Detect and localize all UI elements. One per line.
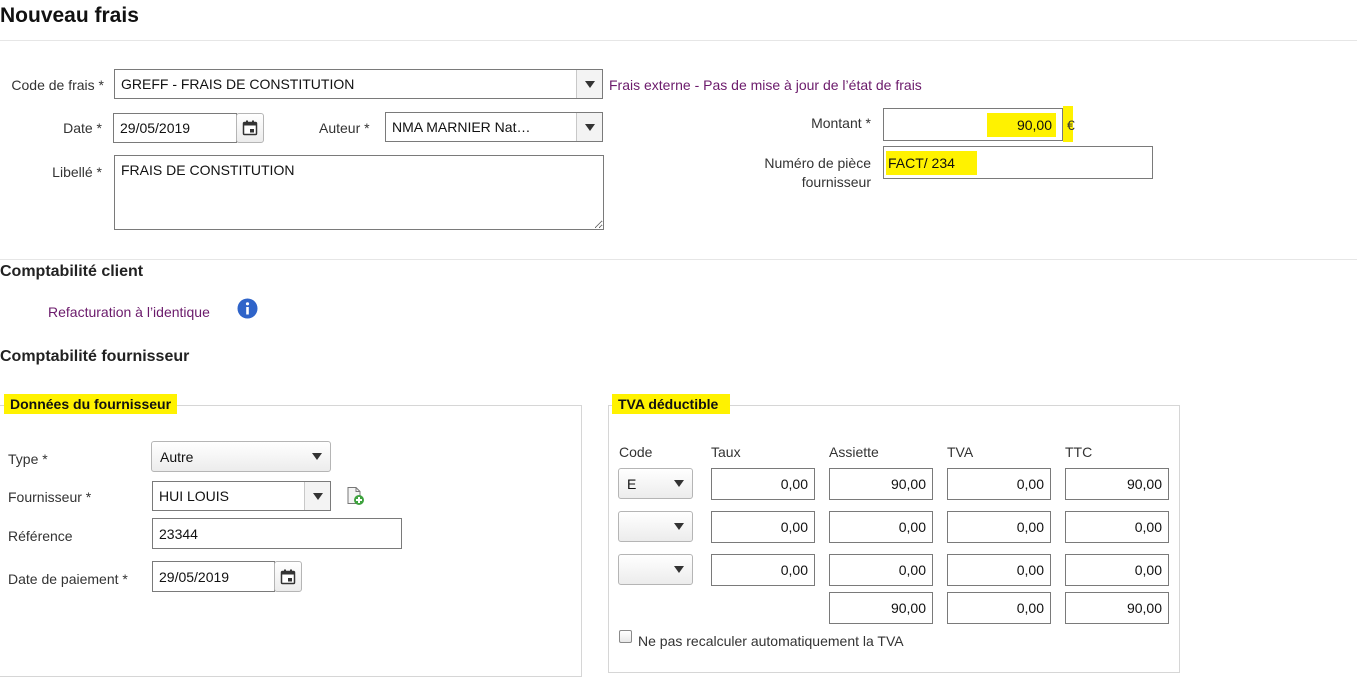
refacturation-link[interactable]: Refacturation à l’identique bbox=[48, 304, 210, 320]
tva-header-taux: Taux bbox=[711, 444, 741, 460]
comptabilite-client-heading: Comptabilité client bbox=[0, 263, 144, 280]
auteur-value: NMA MARNIER Nat… bbox=[392, 119, 531, 135]
libelle-textarea[interactable]: FRAIS DE CONSTITUTION bbox=[114, 155, 604, 230]
tva-montant-value: 0,00 bbox=[1016, 519, 1044, 535]
tva-assiette-value: 0,00 bbox=[898, 519, 926, 535]
fournisseur-value: HUI LOUIS bbox=[159, 488, 230, 504]
fournisseur-label: Fournisseur * bbox=[8, 489, 92, 505]
chevron-down-icon bbox=[584, 123, 595, 131]
libelle-label: Libellé * bbox=[52, 164, 102, 180]
tva-assiette-input[interactable]: 0,00 bbox=[829, 511, 933, 543]
tva-ttc-input[interactable]: 0,00 bbox=[1065, 511, 1169, 543]
tva-total-tva: 0,00 bbox=[947, 592, 1051, 624]
auteur-label: Auteur * bbox=[319, 120, 370, 136]
date-value: 29/05/2019 bbox=[120, 120, 191, 136]
date-paiement-label: Date de paiement * bbox=[8, 571, 128, 587]
tva-header-tva: TVA bbox=[947, 444, 974, 460]
donnees-fournisseur-legend: Données du fournisseur bbox=[4, 394, 178, 414]
tva-montant-input[interactable]: 0,00 bbox=[947, 554, 1051, 586]
date-paiement-input[interactable]: 29/05/2019 bbox=[152, 561, 275, 592]
fournisseur-dropdown-button[interactable] bbox=[304, 482, 330, 510]
tva-total-ttc-value: 90,00 bbox=[1126, 600, 1162, 616]
tva-assiette-input[interactable]: 0,00 bbox=[829, 554, 933, 586]
tva-assiette-value: 90,00 bbox=[890, 476, 926, 492]
date-input[interactable]: 29/05/2019 bbox=[113, 113, 237, 143]
tva-header-code: Code bbox=[619, 444, 653, 460]
tva-taux-value: 0,00 bbox=[780, 476, 808, 492]
code-frais-dropdown-button[interactable] bbox=[576, 70, 602, 98]
tva-assiette-value: 0,00 bbox=[898, 562, 926, 578]
tva-taux-value: 0,00 bbox=[780, 562, 808, 578]
montant-input[interactable]: 90,00 bbox=[883, 108, 1063, 141]
type-label: Type * bbox=[8, 451, 48, 467]
type-select[interactable]: Autre bbox=[151, 441, 331, 472]
piece-input[interactable]: FACT/ 234 bbox=[883, 146, 1153, 179]
date-calendar-button[interactable] bbox=[236, 113, 264, 143]
montant-value: 90,00 bbox=[986, 112, 1056, 137]
code-frais-value: GREFF - FRAIS DE CONSTITUTION bbox=[121, 76, 355, 92]
tva-montant-value: 0,00 bbox=[1016, 476, 1044, 492]
auteur-combo[interactable]: NMA MARNIER Nat… bbox=[385, 112, 603, 142]
comptabilite-fournisseur-heading: Comptabilité fournisseur bbox=[0, 348, 190, 365]
tva-total-ttc: 90,00 bbox=[1065, 592, 1169, 624]
reference-value: 23344 bbox=[159, 525, 198, 542]
tva-ttc-input[interactable]: 90,00 bbox=[1065, 468, 1169, 500]
auteur-dropdown-button[interactable] bbox=[576, 113, 602, 141]
tva-montant-input[interactable]: 0,00 bbox=[947, 468, 1051, 500]
chevron-down-icon bbox=[584, 80, 595, 88]
piece-value: FACT/ 234 bbox=[886, 150, 977, 175]
date-label: Date * bbox=[63, 120, 102, 136]
add-document-icon[interactable] bbox=[345, 486, 365, 506]
tva-total-assiette-value: 90,00 bbox=[890, 600, 926, 616]
piece-label-line2: fournisseur bbox=[801, 174, 871, 190]
chevron-down-icon bbox=[312, 453, 322, 460]
recalcul-tva-checkbox[interactable] bbox=[619, 630, 632, 643]
tva-montant-value: 0,00 bbox=[1016, 562, 1044, 578]
tva-taux-input[interactable]: 0,00 bbox=[711, 554, 815, 586]
divider bbox=[0, 259, 1357, 260]
calendar-icon bbox=[280, 569, 296, 584]
tva-code-select[interactable] bbox=[618, 554, 693, 585]
tva-code-select[interactable] bbox=[618, 511, 693, 542]
tva-taux-value: 0,00 bbox=[780, 519, 808, 535]
tva-header-ttc: TTC bbox=[1065, 444, 1093, 460]
tva-code-select[interactable]: E bbox=[618, 468, 693, 499]
tva-montant-input[interactable]: 0,00 bbox=[947, 511, 1051, 543]
currency-symbol: € bbox=[1067, 117, 1075, 133]
frais-externe-note: Frais externe - Pas de mise à jour de l’… bbox=[609, 77, 922, 93]
reference-input[interactable]: 23344 bbox=[152, 518, 402, 549]
page-title: Nouveau frais bbox=[0, 4, 139, 27]
date-paiement-calendar-button[interactable] bbox=[274, 561, 302, 592]
chevron-down-icon bbox=[674, 480, 684, 487]
info-icon[interactable] bbox=[237, 298, 258, 319]
montant-label: Montant * bbox=[811, 115, 871, 131]
tva-total-tva-value: 0,00 bbox=[1016, 600, 1044, 616]
tva-deductible-legend: TVA déductible bbox=[612, 394, 731, 414]
recalcul-tva-label: Ne pas recalculer automatiquement la TVA bbox=[638, 633, 904, 649]
chevron-down-icon bbox=[312, 492, 323, 500]
calendar-icon bbox=[242, 120, 258, 136]
tva-header-assiette: Assiette bbox=[829, 444, 879, 460]
tva-ttc-value: 0,00 bbox=[1134, 562, 1162, 578]
chevron-down-icon bbox=[674, 523, 684, 530]
code-frais-label: Code de frais * bbox=[11, 77, 104, 93]
reference-label: Référence bbox=[8, 528, 73, 544]
piece-label-line1: Numéro de pièce bbox=[764, 155, 871, 171]
type-value: Autre bbox=[160, 448, 194, 465]
tva-assiette-input[interactable]: 90,00 bbox=[829, 468, 933, 500]
date-paiement-value: 29/05/2019 bbox=[159, 568, 230, 585]
tva-total-assiette: 90,00 bbox=[829, 592, 933, 624]
tva-taux-input[interactable]: 0,00 bbox=[711, 468, 815, 500]
fournisseur-combo[interactable]: HUI LOUIS bbox=[152, 481, 331, 511]
chevron-down-icon bbox=[674, 566, 684, 573]
tva-ttc-value: 90,00 bbox=[1126, 476, 1162, 492]
code-frais-combo[interactable]: GREFF - FRAIS DE CONSTITUTION bbox=[114, 69, 603, 99]
divider bbox=[0, 40, 1357, 41]
tva-taux-input[interactable]: 0,00 bbox=[711, 511, 815, 543]
tva-code-value: E bbox=[627, 475, 637, 492]
tva-ttc-value: 0,00 bbox=[1134, 519, 1162, 535]
piece-label: Numéro de pièce fournisseur bbox=[740, 154, 871, 192]
tva-ttc-input[interactable]: 0,00 bbox=[1065, 554, 1169, 586]
